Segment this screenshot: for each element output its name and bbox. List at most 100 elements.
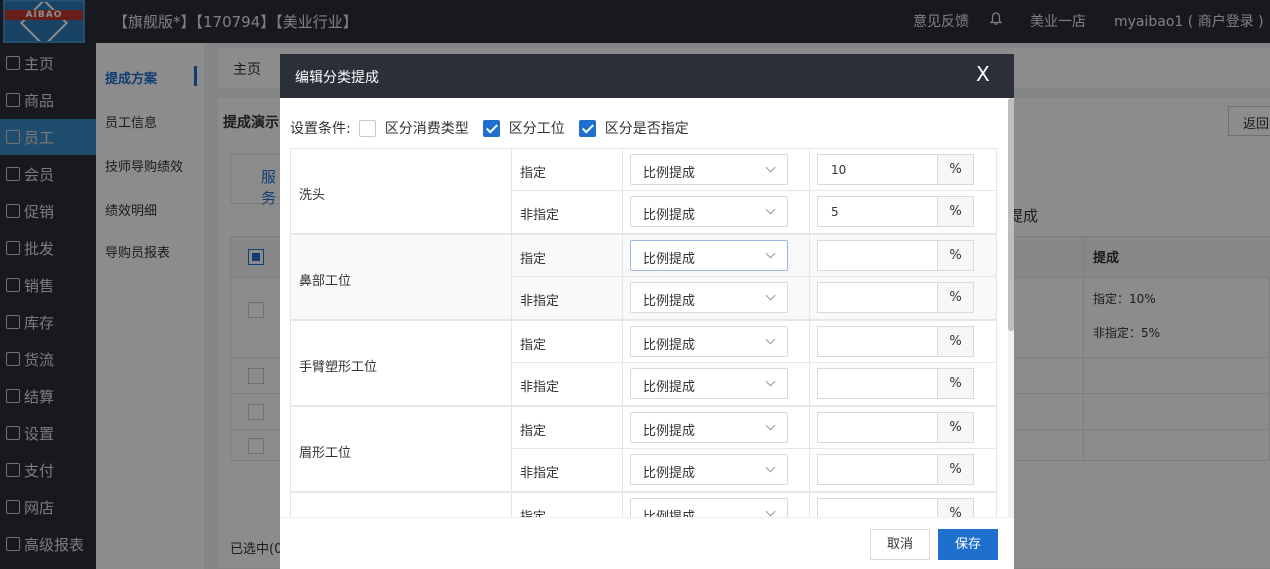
cancel-button[interactable]: 取消: [870, 529, 930, 560]
commission-method-value: 比例提成: [643, 424, 696, 439]
cell-divider: [622, 191, 623, 233]
percent-unit: %: [937, 154, 974, 185]
station-group: 鼻部工位 指定 比例提成% 非指定 比例提成%: [290, 234, 997, 320]
commission-rate-value: 5: [831, 205, 839, 219]
station-group: 手臂塑形工位 指定 比例提成% 非指定 比例提成%: [290, 320, 997, 406]
cell-divider: [622, 449, 623, 491]
cell-divider: [622, 493, 623, 517]
designation-type: 指定: [520, 338, 547, 353]
checkbox-consume-type-label[interactable]: 区分消费类型: [385, 118, 469, 138]
station-name: 手臂塑形工位: [299, 360, 378, 375]
commission-method-select[interactable]: 比例提成: [630, 240, 788, 271]
cell-divider: [622, 321, 623, 362]
commission-rate-value: 10: [831, 163, 847, 177]
commission-method-select[interactable]: 比例提成: [630, 454, 788, 485]
chevron-down-icon: [765, 376, 776, 387]
cell-divider: [809, 321, 810, 362]
station-name-cell: 洗头: [290, 148, 511, 234]
designation-type: 非指定: [520, 294, 560, 309]
dialog-scrollbar[interactable]: [1008, 98, 1014, 517]
commission-rate-input[interactable]: 5: [817, 196, 938, 227]
percent-unit: %: [937, 240, 974, 271]
commission-row: 非指定 比例提成%: [511, 449, 997, 492]
commission-row: 非指定 比例提成 5%: [511, 191, 997, 234]
station-name-cell: 鼻部工位: [290, 234, 511, 320]
commission-method-select[interactable]: 比例提成: [630, 154, 788, 185]
edit-category-commission-dialog: 编辑分类提成 X 设置条件: 区分消费类型 区分工位 区分是否指定 洗头 指定 比例…: [280, 54, 1014, 569]
cell-divider: [809, 191, 810, 233]
cell-divider: [809, 449, 810, 491]
chevron-down-icon: [765, 506, 776, 517]
station-name-cell: 手臂塑形工位: [290, 320, 511, 406]
percent-unit: %: [937, 282, 974, 313]
commission-row: 非指定 比例提成%: [511, 277, 997, 320]
percent-unit: %: [937, 368, 974, 399]
cell-divider: [622, 363, 623, 405]
cell-divider: [809, 493, 810, 517]
commission-rate-input[interactable]: [817, 412, 938, 443]
cell-divider: [622, 235, 623, 276]
cell-divider: [622, 407, 623, 448]
commission-method-value: 比例提成: [643, 506, 695, 517]
close-icon[interactable]: X: [976, 64, 990, 84]
commission-rate-input[interactable]: 10: [817, 154, 938, 185]
checkbox-station-label[interactable]: 区分工位: [509, 118, 565, 138]
checkbox-consume-type[interactable]: [358, 119, 376, 137]
commission-row: 指定 比例提成%: [511, 492, 997, 517]
commission-rate-input[interactable]: [817, 282, 938, 313]
designation-type: 非指定: [520, 466, 560, 481]
dialog-body: 设置条件: 区分消费类型 区分工位 区分是否指定 洗头 指定 比例提成 10% 非指定比…: [280, 98, 1008, 517]
percent-unit: %: [937, 454, 974, 485]
designation-type: 指定: [520, 252, 547, 267]
cell-divider: [809, 363, 810, 405]
percent-unit: %: [937, 498, 974, 517]
dialog-title: 编辑分类提成: [295, 70, 379, 86]
commission-method-value: 比例提成: [643, 380, 696, 395]
commission-method-value: 比例提成: [643, 166, 696, 181]
chevron-down-icon: [765, 162, 776, 173]
station-group: 指定 比例提成%: [290, 492, 997, 517]
save-button[interactable]: 保存: [938, 529, 998, 560]
chevron-down-icon: [765, 248, 776, 259]
commission-method-value: 比例提成: [643, 208, 696, 223]
commission-rate-input[interactable]: [817, 498, 938, 517]
conditions-label: 设置条件:: [290, 121, 351, 137]
scrollbar-thumb[interactable]: [1008, 98, 1014, 331]
commission-method-select[interactable]: 比例提成: [630, 282, 788, 313]
station-name-cell: [290, 492, 511, 517]
commission-rate-input[interactable]: [817, 368, 938, 399]
checkbox-designated-label[interactable]: 区分是否指定: [605, 118, 689, 138]
percent-unit: %: [937, 412, 974, 443]
station-group: 洗头 指定 比例提成 10% 非指定 比例提成 5%: [290, 148, 997, 234]
commission-method-select[interactable]: 比例提成: [630, 196, 788, 227]
commission-method-select[interactable]: 比例提成: [630, 326, 788, 357]
commission-row: 指定 比例提成 10%: [511, 148, 997, 191]
designation-type: 指定: [520, 166, 547, 181]
checkbox-station[interactable]: [482, 119, 500, 137]
commission-row: 指定 比例提成%: [511, 320, 997, 363]
cell-divider: [809, 407, 810, 448]
designation-type: 指定: [520, 424, 547, 439]
commission-row: 指定 比例提成%: [511, 406, 997, 449]
commission-method-value: 比例提成: [643, 466, 696, 481]
chevron-down-icon: [765, 420, 776, 431]
station-name-cell: 眉形工位: [290, 406, 511, 492]
station-name: 眉形工位: [299, 446, 352, 461]
chevron-down-icon: [765, 204, 776, 215]
checkbox-designated[interactable]: [578, 119, 596, 137]
commission-rate-input[interactable]: [817, 326, 938, 357]
cell-divider: [622, 277, 623, 319]
commission-method-select[interactable]: 比例提成: [630, 368, 788, 399]
chevron-down-icon: [765, 334, 776, 345]
commission-method-select[interactable]: 比例提成: [630, 498, 788, 517]
commission-rate-input[interactable]: [817, 240, 938, 271]
commission-method-value: 比例提成: [643, 294, 696, 309]
station-group: 眉形工位 指定 比例提成% 非指定 比例提成%: [290, 406, 997, 492]
percent-unit: %: [937, 196, 974, 227]
station-name: 洗头: [299, 188, 326, 203]
commission-method-select[interactable]: 比例提成: [630, 412, 788, 443]
designation-type: 指定: [520, 506, 546, 517]
dialog-header: 编辑分类提成 X: [280, 54, 1014, 98]
chevron-down-icon: [765, 462, 776, 473]
commission-rate-input[interactable]: [817, 454, 938, 485]
